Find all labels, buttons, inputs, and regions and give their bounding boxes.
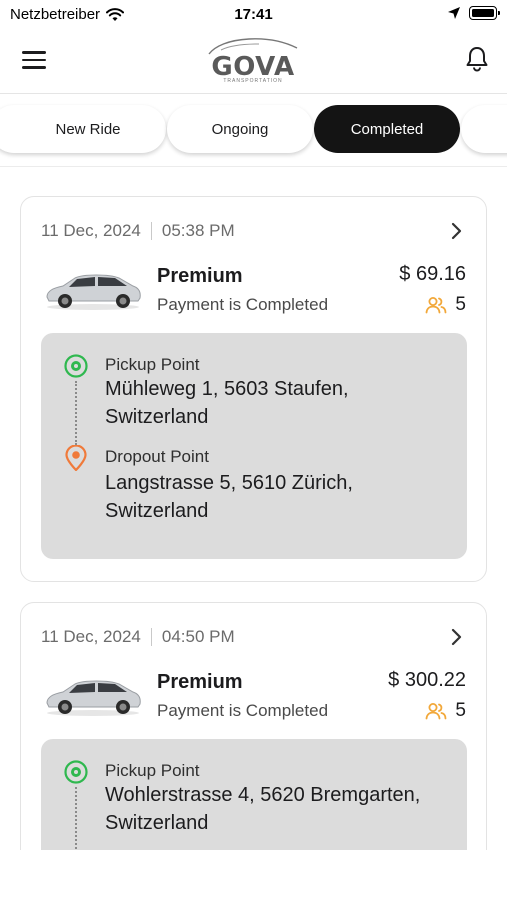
tab-label: Ongoing	[211, 120, 269, 138]
menu-bar	[22, 51, 46, 54]
ride-tabs: New Ride Ongoing Completed	[0, 95, 507, 167]
app-logo: GOVA TRANSPORTATION	[205, 36, 301, 88]
payment-status: Payment is Completed	[157, 295, 329, 314]
chevron-right-icon[interactable]	[448, 627, 464, 647]
ride-date: 11 Dec, 2024	[41, 221, 141, 240]
divider	[150, 628, 152, 646]
users-icon	[426, 703, 447, 720]
route-connector	[75, 787, 77, 857]
pickup-target-icon	[64, 760, 88, 784]
ride-price: $ 300.22	[388, 669, 466, 691]
passenger-number: 5	[455, 700, 466, 721]
dropoff-label: Dropout Point	[105, 447, 209, 466]
location-arrow-icon	[448, 7, 460, 19]
menu-button[interactable]	[22, 48, 48, 70]
car-image	[46, 680, 141, 716]
status-right-group	[447, 6, 500, 20]
car-image	[46, 274, 141, 310]
payment-status: Payment is Completed	[157, 701, 329, 720]
ride-price: $ 69.16	[399, 263, 466, 285]
pickup-target-icon	[64, 354, 88, 378]
ride-datetime: 11 Dec, 2024 05:38 PM	[41, 221, 235, 241]
chevron-right-icon[interactable]	[448, 221, 464, 241]
ride-type: Premium	[157, 671, 243, 693]
status-bar: Netzbetreiber 17:41	[0, 0, 507, 30]
dropoff-address: Langstrasse 5, 5610 Zürich, Switzerland	[105, 472, 353, 522]
ride-date: 11 Dec, 2024	[41, 627, 141, 646]
tab-label: New Ride	[55, 120, 121, 138]
ride-type: Premium	[157, 265, 243, 287]
menu-bar	[22, 58, 46, 61]
tab-more[interactable]	[461, 105, 507, 153]
bottom-safe-area	[0, 850, 507, 900]
ride-time: 04:50 PM	[161, 627, 235, 646]
passenger-number: 5	[455, 294, 466, 315]
ride-time: 05:38 PM	[161, 221, 235, 240]
tab-ongoing[interactable]: Ongoing	[167, 105, 313, 153]
ride-datetime: 11 Dec, 2024 04:50 PM	[41, 627, 235, 647]
pickup-address: Mühleweg 1, 5603 Staufen, Switzerland	[105, 378, 349, 428]
tab-new-ride[interactable]: New Ride	[0, 105, 166, 153]
passenger-count: 5	[425, 700, 466, 722]
ride-card[interactable]: 11 Dec, 2024 05:38 PM Premium Payment is…	[20, 196, 487, 582]
users-icon	[426, 297, 447, 314]
route-connector	[75, 381, 77, 445]
tab-label: Completed	[350, 120, 424, 138]
tab-completed[interactable]: Completed	[314, 105, 460, 153]
pickup-label: Pickup Point	[105, 355, 200, 374]
pickup-address: Wohlerstrasse 4, 5620 Bremgarten, Switze…	[105, 784, 421, 834]
pickup-label: Pickup Point	[105, 761, 200, 780]
divider	[150, 222, 152, 240]
route-box: Pickup Point Mühleweg 1, 5603 Staufen, S…	[41, 333, 467, 559]
status-time: 17:41	[234, 6, 273, 23]
passenger-count: 5	[425, 294, 466, 316]
dropoff-pin-icon	[65, 445, 87, 471]
logo-subtext: TRANSPORTATION	[223, 78, 283, 84]
bell-icon	[466, 47, 488, 72]
menu-bar	[22, 66, 46, 69]
battery-icon	[469, 6, 500, 20]
notifications-button[interactable]	[465, 46, 489, 72]
app-header: GOVA TRANSPORTATION	[0, 30, 507, 94]
